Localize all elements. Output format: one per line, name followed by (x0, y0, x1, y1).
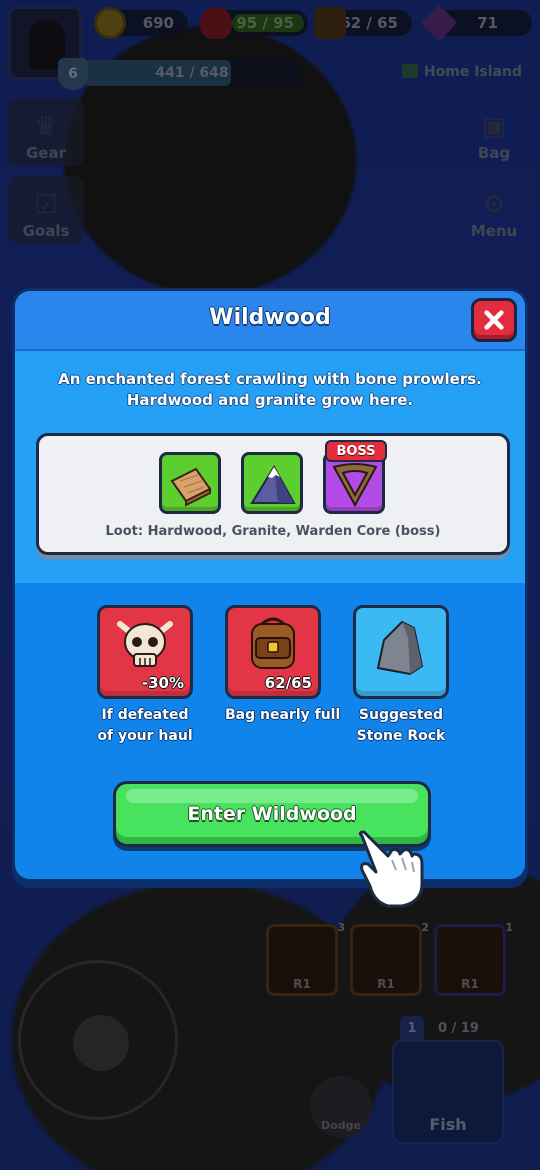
boss-tag: BOSS (325, 440, 387, 462)
stat-bag-capacity: 62/65 Bag nearly full (225, 605, 341, 726)
stat-card: -30% (97, 605, 193, 699)
stat-label-line-2: Stone Rock (356, 728, 446, 744)
backpack-icon (251, 617, 295, 669)
modal-header: Wildwood (15, 291, 525, 351)
loot-item-granite[interactable] (241, 452, 303, 514)
description-line-1: An enchanted forest crawling with bone p… (58, 370, 482, 388)
modal-info-section: An enchanted forest crawling with bone p… (15, 351, 525, 583)
pointer-hand-icon (358, 830, 424, 908)
stat-value: 62/65 (264, 674, 312, 692)
loot-panel: BOSS Loot: Hardwood, Granite, Warden Cor… (36, 433, 510, 555)
close-button[interactable] (471, 298, 517, 342)
stat-card (353, 605, 449, 699)
modal-stats-section: -30% If defeated of your haul 62/65 Bag … (15, 583, 525, 879)
zone-modal: Wildwood An enchanted forest crawling wi… (12, 288, 528, 882)
enter-zone-label: Enter Wildwood (187, 803, 357, 825)
stat-defeat-penalty: -30% If defeated of your haul (97, 605, 193, 747)
warden-core-icon (332, 463, 378, 508)
stat-card: 62/65 (225, 605, 321, 699)
stat-label: Suggested Stone Rock (353, 705, 449, 747)
stat-suggested-resource: Suggested Stone Rock (353, 605, 449, 747)
zone-description: An enchanted forest crawling with bone p… (45, 369, 495, 411)
loot-item-hardwood[interactable] (159, 452, 221, 514)
stat-label-line-1: If defeated (101, 707, 189, 723)
loot-list-text: Loot: Hardwood, Granite, Warden Core (bo… (105, 524, 441, 539)
skull-icon (117, 621, 173, 667)
close-icon (484, 310, 504, 330)
stat-label: Bag nearly full (225, 705, 341, 726)
granite-icon (250, 465, 296, 504)
stat-label-line-1: Suggested (358, 707, 444, 723)
hardwood-icon (170, 467, 212, 507)
stat-label-line-1: Bag nearly full (225, 707, 341, 723)
stat-value: -30% (141, 674, 184, 692)
modal-title: Wildwood (209, 305, 331, 330)
stat-label: If defeated of your haul (97, 705, 193, 747)
stone-rock-icon (376, 620, 424, 676)
stat-label-line-2: of your haul (97, 728, 193, 744)
description-line-2: Hardwood and granite grow here. (126, 391, 414, 409)
